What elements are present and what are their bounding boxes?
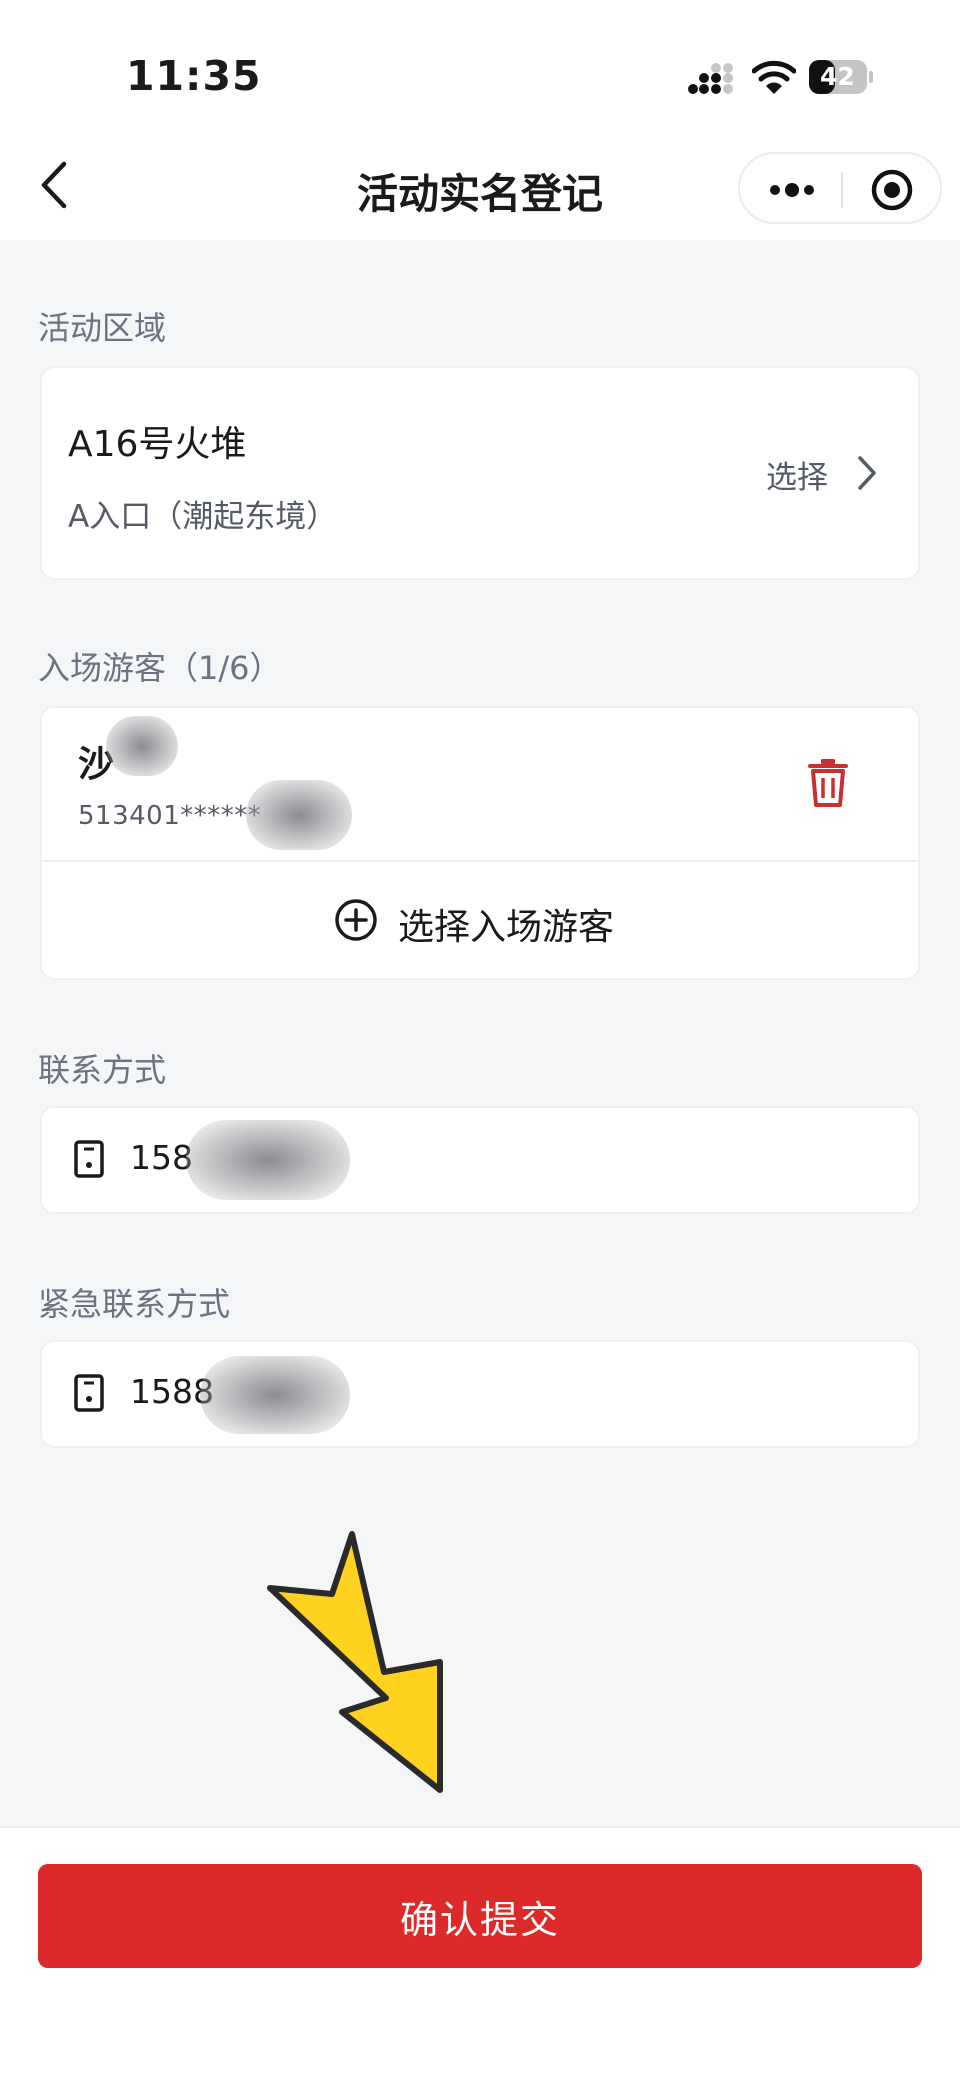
battery-icon: 42: [808, 58, 874, 96]
emergency-section-label: 紧急联系方式: [38, 1285, 231, 1323]
area-section-label: 活动区域: [38, 309, 167, 347]
confirm-submit-button[interactable]: 确认提交: [38, 1864, 922, 1968]
battery-level: 42: [820, 62, 855, 91]
contact-phone-value: 158: [130, 1138, 193, 1177]
annotation-arrow-icon: [267, 1531, 443, 1793]
status-time: 11:35: [126, 52, 262, 100]
contact-section-label: 联系方式: [38, 1051, 167, 1089]
add-circle-icon[interactable]: [334, 898, 378, 942]
guests-section-label: 入场游客（1/6）: [38, 649, 282, 687]
chevron-right-icon[interactable]: [856, 454, 878, 492]
redaction-blur: [200, 1356, 350, 1434]
guests-divider: [40, 860, 920, 862]
more-options-icon[interactable]: [768, 180, 816, 200]
redaction-blur: [186, 1120, 350, 1200]
phone-icon: [74, 1140, 104, 1178]
area-entrance: A入口（潮起东境）: [68, 499, 338, 535]
area-name: A16号火堆: [68, 424, 247, 465]
close-target-icon[interactable]: [870, 168, 914, 212]
phone-icon: [74, 1374, 104, 1412]
area-select-button[interactable]: 选择: [766, 452, 828, 497]
select-guest-button[interactable]: 选择入场游客: [398, 898, 614, 950]
trash-icon[interactable]: [806, 758, 850, 808]
redaction-blur: [246, 780, 352, 850]
redaction-blur: [106, 716, 178, 776]
cellular-signal-icon: [688, 63, 733, 94]
capsule-divider: [841, 172, 843, 208]
mini-program-capsule: [738, 152, 942, 224]
guest-id-number: 513401******: [78, 801, 262, 831]
wifi-icon: [752, 60, 796, 94]
